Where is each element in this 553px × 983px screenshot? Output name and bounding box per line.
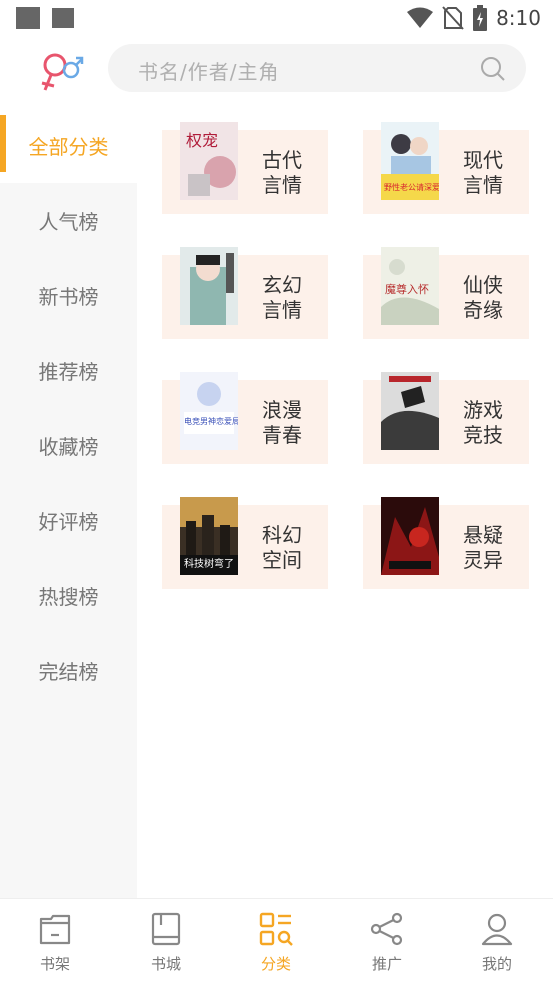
sidebar-item-completed[interactable]: 完结榜 xyxy=(0,633,137,708)
sidebar-item-recommended[interactable]: 推荐榜 xyxy=(0,333,137,408)
category-name: 灵异 xyxy=(463,548,503,572)
book-cover xyxy=(381,497,439,575)
category-name: 古代 xyxy=(262,148,302,172)
bottom-nav: 书架 书城 分类 推广 我的 xyxy=(0,898,553,983)
category-name: 言情 xyxy=(262,173,302,197)
notification-icon xyxy=(52,8,74,28)
cover-title: 科技树弯了 xyxy=(184,557,234,570)
share-icon xyxy=(370,912,403,946)
nav-category[interactable]: 分类 xyxy=(236,911,316,975)
book-cover xyxy=(381,372,439,450)
category-name: 空间 xyxy=(262,548,302,572)
book-cover xyxy=(180,247,238,325)
category-name: 竞技 xyxy=(463,423,503,447)
book-cover: 权宠 xyxy=(180,122,238,200)
sidebar-item-favorites[interactable]: 收藏榜 xyxy=(0,408,137,483)
nav-bookstore[interactable]: 书城 xyxy=(126,911,206,975)
category-card-gaming[interactable]: 游戏 竞技 xyxy=(363,372,529,464)
category-name: 言情 xyxy=(262,298,302,322)
book-cover: 电竞男神恋爱局 xyxy=(180,372,238,450)
search-bar[interactable]: 书名/作者/主角 xyxy=(108,44,526,92)
category-card-modern-romance[interactable]: 野性老公请深爱! 现代 言情 xyxy=(363,122,529,214)
status-bar: 8:10 xyxy=(0,0,553,36)
nav-profile[interactable]: 我的 xyxy=(457,911,537,975)
category-card-fantasy-romance[interactable]: 玄幻 言情 xyxy=(162,247,328,339)
header: 书名/作者/主角 xyxy=(0,40,553,100)
nav-bookshelf[interactable]: 书架 xyxy=(15,911,95,975)
book-cover: 魔尊入怀 xyxy=(381,247,439,325)
category-name: 言情 xyxy=(463,173,503,197)
category-name: 仙侠 xyxy=(463,273,503,297)
category-name: 青春 xyxy=(262,423,302,447)
nav-promote[interactable]: 推广 xyxy=(347,911,427,975)
sidebar-item-all-categories[interactable]: 全部分类 xyxy=(0,108,137,183)
cover-title: 权宠 xyxy=(186,131,218,150)
nav-label: 推广 xyxy=(371,955,402,973)
category-card-suspense[interactable]: 悬疑 灵异 xyxy=(363,497,529,589)
category-name: 悬疑 xyxy=(463,523,503,547)
nav-label: 书架 xyxy=(39,955,70,973)
category-sidebar: 全部分类 人气榜 新书榜 推荐榜 收藏榜 好评榜 热搜榜 完结榜 xyxy=(0,108,137,898)
category-icon xyxy=(259,912,293,946)
sidebar-item-popular[interactable]: 人气榜 xyxy=(0,183,137,258)
sidebar-item-trending[interactable]: 热搜榜 xyxy=(0,558,137,633)
category-name: 奇缘 xyxy=(463,298,503,322)
sidebar-item-new[interactable]: 新书榜 xyxy=(0,258,137,333)
book-cover: 野性老公请深爱! xyxy=(381,122,439,200)
cover-title: 野性老公请深爱! xyxy=(384,182,439,192)
category-name: 浪漫 xyxy=(262,398,302,422)
category-card-romance-youth[interactable]: 电竞男神恋爱局 浪漫 青春 xyxy=(162,372,328,464)
clock: 8:10 xyxy=(496,6,541,30)
category-name: 现代 xyxy=(463,148,503,172)
category-name: 科幻 xyxy=(262,523,302,547)
category-card-xianxia[interactable]: 魔尊入怀 仙侠 奇缘 xyxy=(363,247,529,339)
search-input[interactable]: 书名/作者/主角 xyxy=(138,56,279,85)
nav-label: 书城 xyxy=(150,955,181,973)
battery-icon xyxy=(473,5,488,31)
status-icons: 8:10 xyxy=(406,4,541,32)
wifi-icon xyxy=(407,7,434,28)
sidebar-item-top-rated[interactable]: 好评榜 xyxy=(0,483,137,558)
category-card-ancient-romance[interactable]: 权宠 古代 言情 xyxy=(162,122,328,214)
category-name: 玄幻 xyxy=(262,273,302,297)
book-cover: 科技树弯了 xyxy=(180,497,238,575)
cover-title: 电竞男神恋爱局 xyxy=(184,416,238,426)
cover-title: 魔尊入怀 xyxy=(385,282,429,296)
no-sim-icon xyxy=(442,6,464,30)
notification-icon xyxy=(16,7,40,29)
search-icon[interactable] xyxy=(480,56,506,82)
bookstore-icon xyxy=(151,912,181,946)
category-card-scifi[interactable]: 科技树弯了 科幻 空间 xyxy=(162,497,328,589)
gender-switch-icon[interactable] xyxy=(38,48,86,92)
profile-icon xyxy=(481,913,513,946)
bookshelf-icon xyxy=(39,914,71,945)
category-name: 游戏 xyxy=(463,398,503,422)
nav-label: 分类 xyxy=(260,955,291,973)
nav-label: 我的 xyxy=(481,955,512,973)
